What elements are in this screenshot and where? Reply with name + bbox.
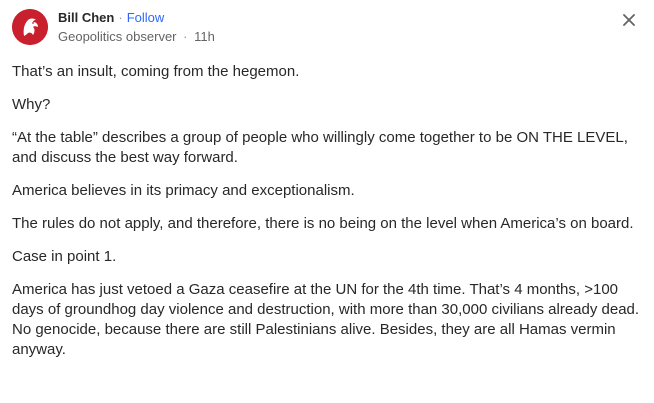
follow-button[interactable]: Follow bbox=[127, 10, 165, 26]
author-credential[interactable]: Geopolitics observer bbox=[58, 29, 177, 44]
post-content: That’s an insult, coming from the hegemo… bbox=[12, 62, 646, 373]
paragraph: “At the table” describes a group of peop… bbox=[12, 129, 628, 166]
post-time[interactable]: 11h bbox=[194, 29, 215, 44]
answer-post: Bill Chen · Follow Geopolitics observer … bbox=[0, 0, 654, 403]
paragraph: America has just vetoed a Gaza ceasefire… bbox=[12, 281, 640, 358]
post-header: Bill Chen · Follow Geopolitics observer … bbox=[12, 9, 215, 45]
close-icon bbox=[623, 14, 635, 26]
avatar[interactable] bbox=[12, 9, 48, 45]
lion-logo-icon bbox=[12, 9, 48, 45]
paragraph: That’s an insult, coming from the hegemo… bbox=[12, 63, 300, 80]
name-row: Bill Chen · Follow bbox=[58, 10, 215, 27]
paragraph: America believes in its primacy and exce… bbox=[12, 182, 355, 199]
separator-dot: · bbox=[118, 10, 123, 25]
author-meta: Bill Chen · Follow Geopolitics observer … bbox=[58, 10, 215, 45]
credential-row: Geopolitics observer · 11h bbox=[58, 29, 215, 45]
separator-dot: · bbox=[183, 28, 188, 44]
paragraph: Why? bbox=[12, 96, 51, 113]
close-button[interactable] bbox=[620, 11, 638, 29]
author-name[interactable]: Bill Chen bbox=[58, 10, 114, 26]
paragraph: Case in point 1. bbox=[12, 248, 117, 265]
paragraph: The rules do not apply, and therefore, t… bbox=[12, 215, 634, 232]
